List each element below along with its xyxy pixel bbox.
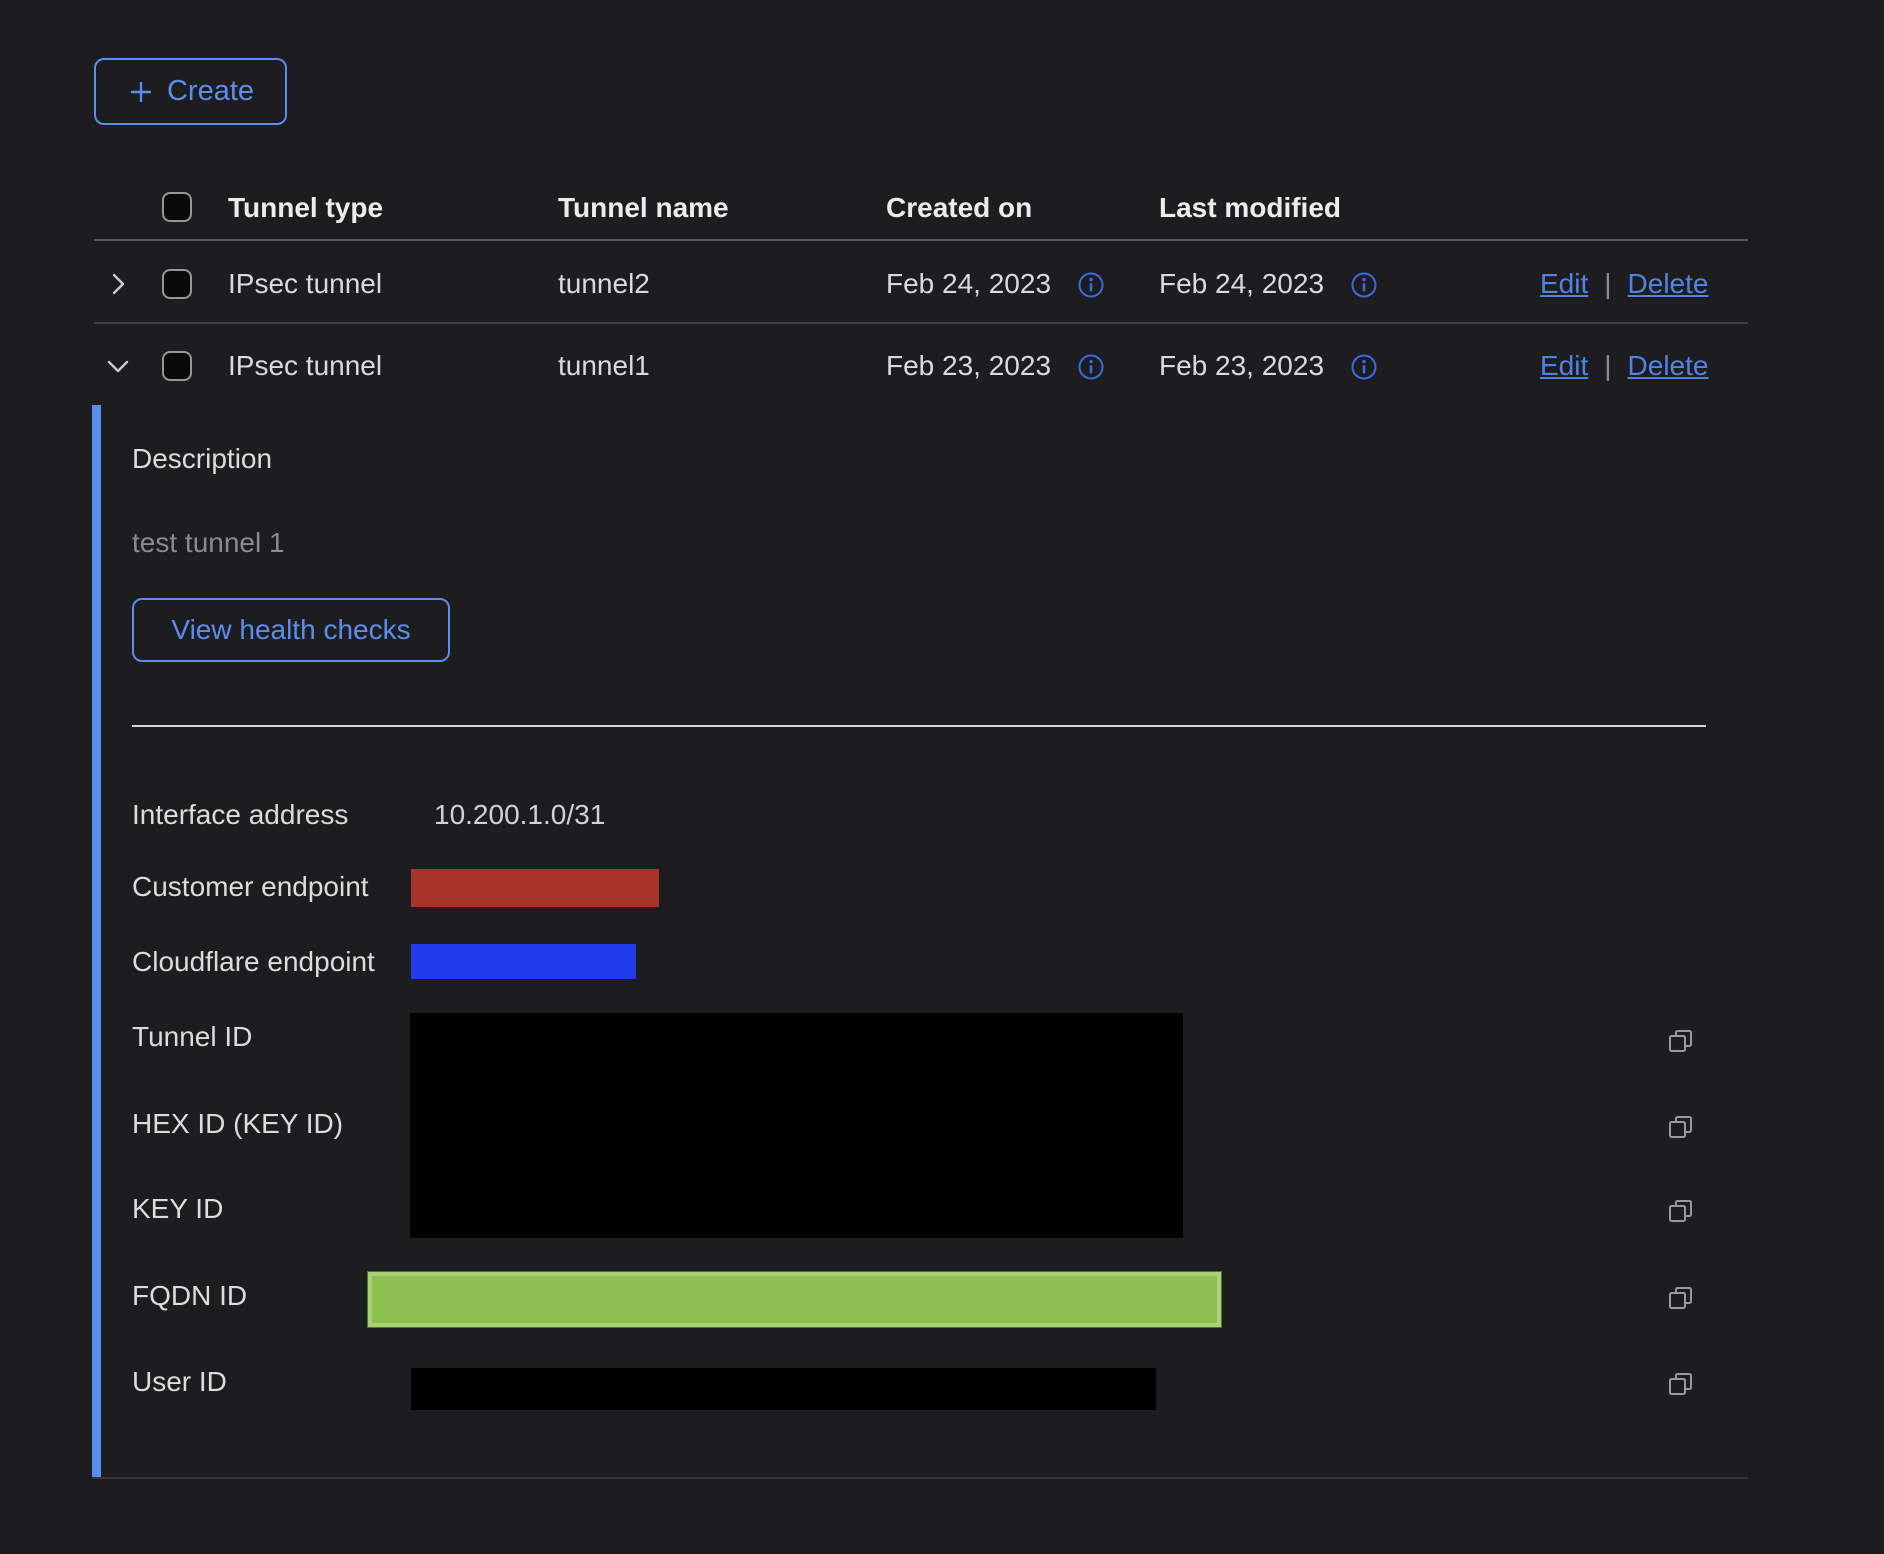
plus-icon <box>127 78 155 106</box>
expanded-row-accent-bar <box>92 405 101 1478</box>
select-all-checkbox[interactable] <box>162 192 192 222</box>
copy-icon <box>1666 1026 1696 1056</box>
user-id-redacted-value <box>411 1368 1156 1410</box>
description-label: Description <box>132 443 272 475</box>
interface-address-label: Interface address <box>132 799 348 831</box>
copy-key-id-button[interactable] <box>1666 1196 1696 1226</box>
created-on-cell: Feb 24, 2023 <box>886 268 1051 300</box>
column-header-last-modified: Last modified <box>1159 192 1341 224</box>
copy-icon <box>1666 1112 1696 1142</box>
customer-endpoint-label: Customer endpoint <box>132 871 369 903</box>
expanded-row-bottom-divider <box>92 1477 1748 1479</box>
copy-icon <box>1666 1369 1696 1399</box>
table-header-row: Tunnel type Tunnel name Created on Last … <box>94 192 1748 226</box>
ids-redacted-value-block <box>410 1013 1183 1238</box>
interface-address-value: 10.200.1.0/31 <box>434 799 605 831</box>
copy-user-id-button[interactable] <box>1666 1369 1696 1399</box>
fqdn-id-label: FQDN ID <box>132 1280 247 1312</box>
key-id-label: KEY ID <box>132 1193 223 1225</box>
copy-icon <box>1666 1196 1696 1226</box>
tunnel-type-cell: IPsec tunnel <box>228 268 382 300</box>
tunnel-type-cell: IPsec tunnel <box>228 350 382 382</box>
user-id-label: User ID <box>132 1366 227 1398</box>
chevron-right-icon[interactable] <box>103 269 133 299</box>
row-checkbox-tunnel1[interactable] <box>162 351 192 381</box>
hex-id-label: HEX ID (KEY ID) <box>132 1108 343 1140</box>
created-on-cell: Feb 23, 2023 <box>886 350 1051 382</box>
chevron-down-icon[interactable] <box>103 351 133 381</box>
edit-link-tunnel1[interactable]: Edit <box>1540 350 1588 382</box>
header-divider <box>94 239 1748 241</box>
copy-hex-id-button[interactable] <box>1666 1112 1696 1142</box>
action-separator: | <box>1604 350 1611 382</box>
copy-icon <box>1666 1283 1696 1313</box>
customer-endpoint-redacted-value <box>411 869 659 907</box>
action-separator: | <box>1604 268 1611 300</box>
create-button[interactable]: Create <box>94 58 287 125</box>
create-button-label: Create <box>167 75 254 108</box>
row-divider <box>94 322 1748 324</box>
last-modified-cell: Feb 23, 2023 <box>1159 350 1324 382</box>
info-icon[interactable] <box>1350 353 1378 381</box>
column-header-tunnel-name: Tunnel name <box>558 192 729 224</box>
description-value: test tunnel 1 <box>132 527 285 559</box>
delete-link-tunnel1[interactable]: Delete <box>1628 350 1709 382</box>
edit-link-tunnel2[interactable]: Edit <box>1540 268 1588 300</box>
table-row-tunnel1: IPsec tunnel tunnel1 Feb 23, 2023 Feb 23… <box>94 350 1748 384</box>
column-header-created-on: Created on <box>886 192 1032 224</box>
column-header-tunnel-type: Tunnel type <box>228 192 383 224</box>
cloudflare-endpoint-redacted-value <box>411 944 636 979</box>
row-checkbox-tunnel2[interactable] <box>162 269 192 299</box>
detail-divider <box>132 725 1706 727</box>
table-row-tunnel2: IPsec tunnel tunnel2 Feb 24, 2023 Feb 24… <box>94 268 1748 302</box>
last-modified-cell: Feb 24, 2023 <box>1159 268 1324 300</box>
cloudflare-endpoint-label: Cloudflare endpoint <box>132 946 375 978</box>
fqdn-id-redacted-value <box>368 1272 1221 1327</box>
copy-fqdn-id-button[interactable] <box>1666 1283 1696 1313</box>
delete-link-tunnel2[interactable]: Delete <box>1628 268 1709 300</box>
tunnel-name-cell: tunnel1 <box>558 350 650 382</box>
tunnels-page: Create Tunnel type Tunnel name Created o… <box>0 0 1884 1554</box>
view-health-checks-button[interactable]: View health checks <box>132 598 450 662</box>
view-health-checks-label: View health checks <box>171 614 410 646</box>
copy-tunnel-id-button[interactable] <box>1666 1026 1696 1056</box>
info-icon[interactable] <box>1077 353 1105 381</box>
info-icon[interactable] <box>1077 271 1105 299</box>
tunnel-id-label: Tunnel ID <box>132 1021 252 1053</box>
info-icon[interactable] <box>1350 271 1378 299</box>
tunnel-name-cell: tunnel2 <box>558 268 650 300</box>
